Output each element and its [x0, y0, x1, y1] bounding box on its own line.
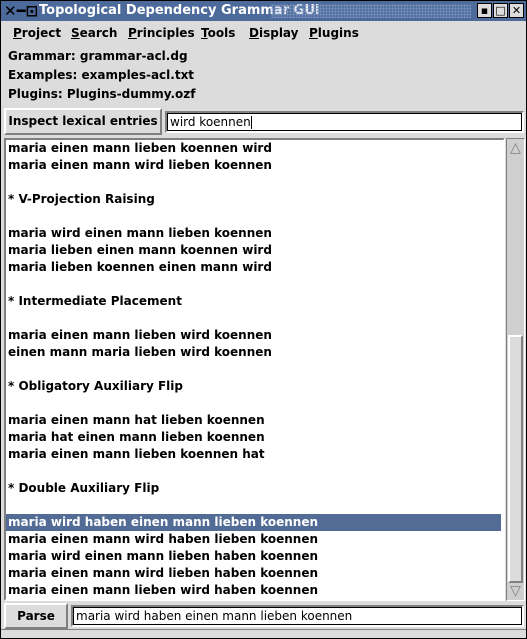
menu-project-label: roject [21, 26, 62, 40]
menu-tools-label: ools [207, 26, 236, 40]
examples-listbox[interactable]: maria einen mann lieben koennen wird mari… [4, 138, 505, 601]
list-item[interactable]: maria einen mann lieben wird haben koenn… [6, 582, 503, 599]
list-item[interactable]: maria einen mann lieben wird koennen [6, 327, 503, 344]
menu-principles-mnemonic: P [128, 26, 137, 40]
list-item[interactable]: maria hat einen mann lieben koennen [6, 429, 503, 446]
menu-principles[interactable]: Principles [128, 26, 195, 40]
examples-list: maria einen mann lieben koennen wird mari… [6, 140, 503, 599]
list-blank-line[interactable] [6, 361, 503, 378]
scrollbar-thumb[interactable] [508, 335, 523, 583]
list-item[interactable]: maria einen mann lieben koennen wird [6, 140, 503, 157]
list-item[interactable]: maria wird einen mann lieben haben koenn… [6, 548, 503, 565]
minimize-icon: ▪ [480, 4, 489, 17]
menu-display[interactable]: Display [249, 26, 298, 40]
titlebar-pattern [271, 4, 471, 18]
menu-display-mnemonic: D [249, 26, 259, 40]
title-bar[interactable]: ✕━⊡ Topological Dependency Grammar GUI ▪… [1, 1, 526, 21]
list-item[interactable]: maria einen mann wird haben lieben koenn… [6, 531, 503, 548]
parse-button[interactable]: Parse [4, 603, 68, 629]
scroll-up-arrow-icon[interactable]: △ [508, 140, 523, 156]
list-item[interactable]: maria einen mann lieben koennen hat [6, 446, 503, 463]
list-blank-line[interactable] [6, 497, 503, 514]
close-button[interactable]: ✕ [509, 3, 524, 18]
app-window: ✕━⊡ Topological Dependency Grammar GUI ▪… [0, 0, 527, 639]
menu-display-label: isplay [258, 26, 299, 40]
list-blank-line[interactable] [6, 208, 503, 225]
status-bar [1, 629, 526, 639]
list-blank-line[interactable] [6, 395, 503, 412]
menu-principles-label: rinciples [136, 26, 195, 40]
lexical-entry-value: wird koennen [170, 115, 251, 129]
menu-project-mnemonic: P [13, 26, 22, 40]
menu-project[interactable]: Project [13, 26, 61, 40]
list-section-header[interactable]: * Double Auxiliary Flip [6, 480, 503, 497]
list-blank-line[interactable] [6, 174, 503, 191]
grammar-label: Grammar: grammar-acl.dg [8, 49, 188, 63]
scroll-down-arrow-icon[interactable]: ▽ [508, 583, 523, 599]
menu-plugins-mnemonic: P [309, 26, 318, 40]
list-item[interactable]: maria einen mann wird lieben haben koenn… [6, 565, 503, 582]
menu-tools-mnemonic: T [201, 26, 208, 40]
list-item[interactable]: maria einen mann wird lieben koennen [6, 157, 503, 174]
lexical-entry-input[interactable]: wird koennen [165, 111, 524, 133]
list-section-header[interactable]: * V-Projection Raising [6, 191, 503, 208]
maximize-button[interactable]: □ [493, 3, 508, 18]
list-item[interactable]: maria lieben einen mann koennen wird [6, 242, 503, 259]
list-item[interactable]: maria wird einen mann lieben koennen [6, 225, 503, 242]
list-item[interactable]: maria einen mann hat lieben koennen [6, 412, 503, 429]
list-blank-line[interactable] [6, 276, 503, 293]
close-icon: ✕ [511, 4, 522, 17]
list-item[interactable]: maria lieben koennen einen mann wird [6, 259, 503, 276]
list-item[interactable]: einen mann maria lieben wird koennen [6, 344, 503, 361]
inspect-lexical-entries-button[interactable]: Inspect lexical entries [4, 108, 162, 135]
list-item-selected[interactable]: maria wird haben einen mann lieben koenn… [6, 514, 501, 531]
menu-search[interactable]: Search [71, 26, 117, 40]
menu-search-mnemonic: S [71, 26, 80, 40]
vertical-scrollbar[interactable]: △ ▽ [506, 138, 525, 601]
x-pin-icon[interactable]: ✕━⊡ [4, 2, 38, 20]
menu-tools[interactable]: Tools [201, 26, 235, 40]
list-section-header[interactable]: * Intermediate Placement [6, 293, 503, 310]
menu-bar: Project Search Principles Tools Display … [1, 22, 526, 44]
menu-plugins[interactable]: Plugins [309, 26, 359, 40]
list-blank-line[interactable] [6, 310, 503, 327]
maximize-icon: □ [495, 4, 506, 17]
list-blank-line[interactable] [6, 463, 503, 480]
menu-plugins-label: lugins [317, 26, 359, 40]
list-section-header[interactable]: * Obligatory Auxiliary Flip [6, 378, 503, 395]
examples-label: Examples: examples-acl.txt [8, 68, 195, 82]
text-cursor [250, 116, 252, 129]
minimize-button[interactable]: ▪ [477, 3, 492, 18]
menu-search-label: earch [79, 26, 118, 40]
plugins-label: Plugins: Plugins-dummy.ozf [8, 87, 196, 101]
parse-input[interactable]: maria wird haben einen mann lieben koenn… [71, 605, 524, 627]
